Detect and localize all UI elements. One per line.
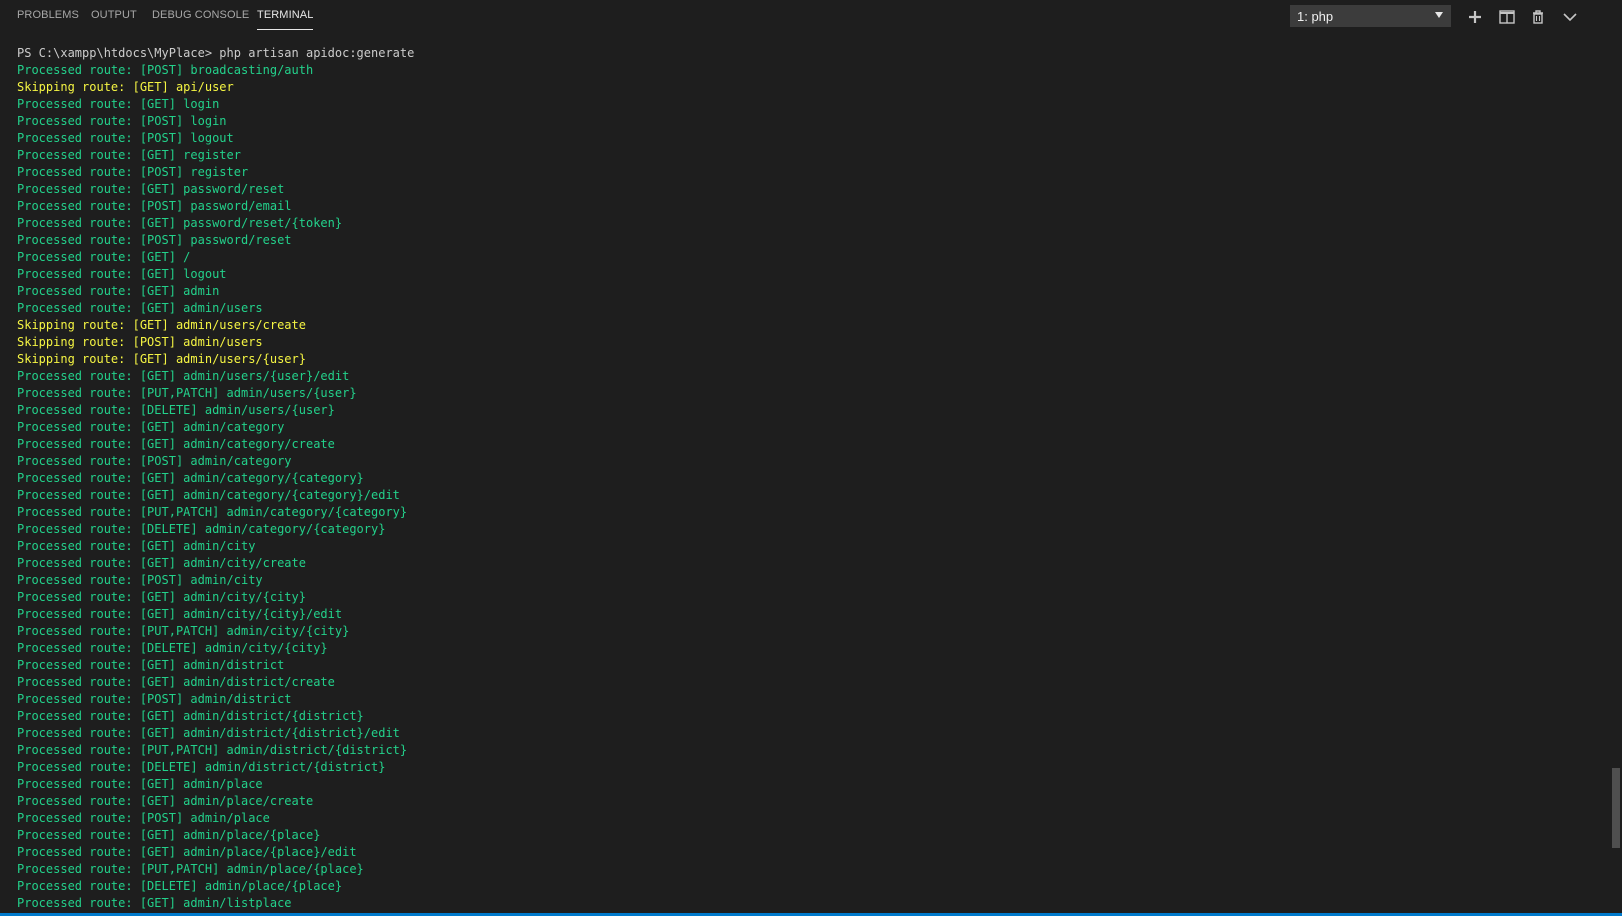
terminal-command-line: PS C:\xampp\htdocs\MyPlace> php artisan … bbox=[17, 46, 415, 60]
chevron-down-icon bbox=[1559, 6, 1581, 28]
terminal-processed-line: Processed route: [GET] admin/city/create bbox=[17, 556, 306, 570]
split-terminal-icon bbox=[1496, 6, 1518, 28]
terminal-output[interactable]: PS C:\xampp\htdocs\MyPlace> php artisan … bbox=[17, 45, 1602, 912]
terminal-processed-line: Processed route: [POST] password/email bbox=[17, 199, 292, 213]
tab-output[interactable]: OUTPUT bbox=[91, 9, 137, 21]
terminal-selector-dropdown[interactable]: 1: php bbox=[1290, 5, 1451, 27]
terminal-skipped-line: Skipping route: [GET] admin/users/create bbox=[17, 318, 306, 332]
terminal-processed-line: Processed route: [GET] admin/city bbox=[17, 539, 256, 553]
maximize-panel-button[interactable] bbox=[1559, 6, 1581, 28]
terminal-processed-line: Processed route: [GET] password/reset/{t… bbox=[17, 216, 343, 230]
tab-problems[interactable]: PROBLEMS bbox=[17, 9, 79, 21]
terminal-processed-line: Processed route: [GET] admin/district bbox=[17, 658, 285, 672]
terminal-processed-line: Processed route: [GET] admin/users bbox=[17, 301, 263, 315]
terminal-scrollbar[interactable] bbox=[1608, 34, 1622, 910]
terminal-processed-line: Processed route: [GET] admin/category/{c… bbox=[17, 488, 400, 502]
terminal-processed-line: Processed route: [GET] / bbox=[17, 250, 191, 264]
tab-debug-console[interactable]: DEBUG CONSOLE bbox=[152, 9, 249, 21]
terminal-processed-line: Processed route: [GET] admin/district/cr… bbox=[17, 675, 335, 689]
trash-icon bbox=[1527, 6, 1549, 28]
terminal-skipped-line: Skipping route: [GET] api/user bbox=[17, 80, 234, 94]
terminal-processed-line: Processed route: [GET] admin/place/{plac… bbox=[17, 828, 321, 842]
terminal-processed-line: Processed route: [GET] admin/city/{city} bbox=[17, 590, 306, 604]
terminal-skipped-line: Skipping route: [GET] admin/users/{user} bbox=[17, 352, 306, 366]
terminal-processed-line: Processed route: [GET] admin/category/cr… bbox=[17, 437, 335, 451]
terminal-processed-line: Processed route: [GET] password/reset bbox=[17, 182, 285, 196]
terminal-skipped-line: Skipping route: [POST] admin/users bbox=[17, 335, 263, 349]
terminal-processed-line: Processed route: [PUT,PATCH] admin/distr… bbox=[17, 743, 408, 757]
tab-terminal[interactable]: TERMINAL bbox=[257, 9, 314, 30]
terminal-processed-line: Processed route: [PUT,PATCH] admin/city/… bbox=[17, 624, 350, 638]
terminal-processed-line: Processed route: [PUT,PATCH] admin/users… bbox=[17, 386, 357, 400]
terminal-processed-line: Processed route: [GET] admin/district/{d… bbox=[17, 726, 400, 740]
terminal-panel: PROBLEMS OUTPUT DEBUG CONSOLE TERMINAL 1… bbox=[0, 0, 1622, 916]
terminal-processed-line: Processed route: [DELETE] admin/city/{ci… bbox=[17, 641, 328, 655]
terminal-selector-value: 1: php bbox=[1297, 9, 1334, 24]
terminal-processed-line: Processed route: [PUT,PATCH] admin/categ… bbox=[17, 505, 408, 519]
terminal-processed-line: Processed route: [POST] admin/place bbox=[17, 811, 270, 825]
terminal-processed-line: Processed route: [DELETE] admin/place/{p… bbox=[17, 879, 343, 893]
terminal-processed-line: Processed route: [DELETE] admin/district… bbox=[17, 760, 386, 774]
terminal-processed-line: Processed route: [GET] logout bbox=[17, 267, 227, 281]
kill-terminal-button[interactable] bbox=[1527, 6, 1549, 28]
terminal-processed-line: Processed route: [DELETE] admin/users/{u… bbox=[17, 403, 335, 417]
terminal-processed-line: Processed route: [GET] register bbox=[17, 148, 241, 162]
terminal-processed-line: Processed route: [GET] admin/place/creat… bbox=[17, 794, 314, 808]
terminal-processed-line: Processed route: [GET] admin/place/{plac… bbox=[17, 845, 357, 859]
plus-icon bbox=[1464, 6, 1486, 28]
terminal-processed-line: Processed route: [PUT,PATCH] admin/place… bbox=[17, 862, 364, 876]
split-terminal-button[interactable] bbox=[1496, 6, 1518, 28]
terminal-processed-line: Processed route: [GET] admin/district/{d… bbox=[17, 709, 364, 723]
terminal-processed-line: Processed route: [POST] broadcasting/aut… bbox=[17, 63, 314, 77]
terminal-processed-line: Processed route: [GET] admin/category bbox=[17, 420, 285, 434]
terminal-processed-line: Processed route: [GET] admin bbox=[17, 284, 220, 298]
terminal-processed-line: Processed route: [GET] admin/users/{user… bbox=[17, 369, 350, 383]
terminal-processed-line: Processed route: [GET] admin/category/{c… bbox=[17, 471, 364, 485]
new-terminal-button[interactable] bbox=[1464, 6, 1486, 28]
terminal-processed-line: Processed route: [POST] logout bbox=[17, 131, 234, 145]
panel-header: PROBLEMS OUTPUT DEBUG CONSOLE TERMINAL 1… bbox=[0, 0, 1622, 34]
terminal-processed-line: Processed route: [POST] admin/district bbox=[17, 692, 292, 706]
terminal-processed-line: Processed route: [POST] register bbox=[17, 165, 249, 179]
terminal-processed-line: Processed route: [POST] password/reset bbox=[17, 233, 292, 247]
terminal-processed-line: Processed route: [GET] login bbox=[17, 97, 220, 111]
terminal-processed-line: Processed route: [GET] admin/place bbox=[17, 777, 263, 791]
scrollbar-thumb[interactable] bbox=[1612, 768, 1620, 848]
terminal-processed-line: Processed route: [DELETE] admin/category… bbox=[17, 522, 386, 536]
dropdown-caret-icon bbox=[1435, 12, 1443, 18]
terminal-processed-line: Processed route: [POST] admin/city bbox=[17, 573, 263, 587]
terminal-processed-line: Processed route: [POST] admin/category bbox=[17, 454, 292, 468]
terminal-processed-line: Processed route: [POST] login bbox=[17, 114, 227, 128]
terminal-processed-line: Processed route: [GET] admin/listplace bbox=[17, 896, 292, 910]
terminal-processed-line: Processed route: [GET] admin/city/{city}… bbox=[17, 607, 343, 621]
